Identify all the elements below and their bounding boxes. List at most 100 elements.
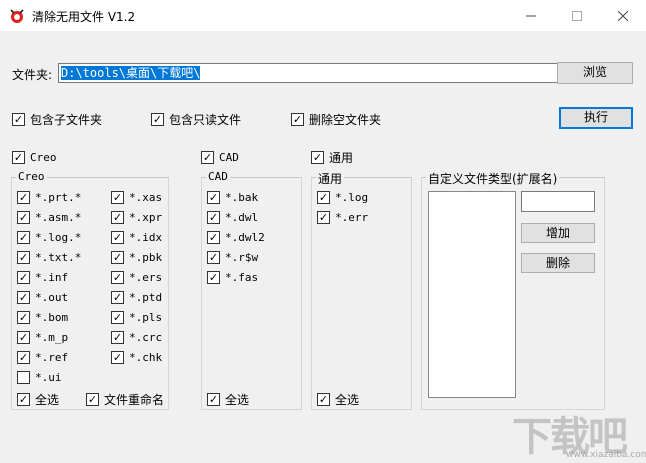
cad-select-all-checkbox[interactable]: ✓ 全选 [207,391,249,408]
filetype-label: *.log [335,191,369,204]
filetype-label: *.bak [225,191,259,204]
filetype-label: *.pbk [129,251,163,264]
filetype-label: *.err [335,211,369,224]
check-icon: ✓ [201,151,214,164]
filetype-checkbox[interactable]: ✓ *.bom [17,311,68,324]
filetype-label: *.crc [129,331,163,344]
filetype-checkbox[interactable]: ✓ *.idx [111,231,162,244]
include-subfolders-checkbox[interactable]: ✓ 包含子文件夹 [12,111,102,128]
check-icon: ✓ [17,191,30,204]
check-icon: ✓ [111,351,124,364]
filetype-checkbox[interactable]: ✓ *.ers [111,271,162,284]
filetype-label: *.dwl2 [225,231,265,244]
run-button[interactable]: 执行 [559,107,633,129]
filetype-checkbox[interactable]: ✓ *.prt.* [17,191,81,204]
filetype-checkbox[interactable]: ✓ *.asm.* [17,211,81,224]
check-icon: ✓ [17,251,30,264]
include-readonly-checkbox[interactable]: ✓ 包含只读文件 [151,111,241,128]
filetype-checkbox[interactable]: ✓ *.pls [111,311,162,324]
filetype-label: *.ref [35,351,69,364]
filetype-label: *.xas [129,191,163,204]
browse-button[interactable]: 浏览 [557,62,633,84]
custom-types-group-title: 自定义文件类型(扩展名) [426,170,560,187]
general-select-all-checkbox[interactable]: ✓ 全选 [317,391,359,408]
check-icon: ✓ [151,113,164,126]
title-bar: 清除无用文件 V1.2 [0,0,646,31]
filetype-label: *.ptd [129,291,163,304]
custom-type-input[interactable] [521,191,595,212]
check-icon: ✓ [207,211,220,224]
check-icon: ✓ [207,191,220,204]
creo-select-all-checkbox[interactable]: ✓ 全选 [17,391,59,408]
filetype-checkbox[interactable]: ✓ *.r$w [207,251,258,264]
general-toggle-checkbox[interactable]: ✓ 通用 [311,149,353,166]
filetype-checkbox[interactable]: ✓ *.out [17,291,68,304]
folder-path-input[interactable]: D:\tools\桌面\下载吧\ [58,63,558,83]
check-icon: ✓ [111,331,124,344]
filetype-label: *.m_p [35,331,69,344]
filetype-label: *.dwl [225,211,259,224]
check-icon [17,371,30,384]
creo-group-title: Creo [16,170,47,183]
add-type-button[interactable]: 增加 [521,223,595,243]
filetype-checkbox[interactable]: ✓ *.ptd [111,291,162,304]
folder-path-value: D:\tools\桌面\下载吧\ [61,66,201,80]
filetype-label: *.idx [129,231,163,244]
cad-toggle-label: CAD [219,151,239,164]
filetype-checkbox[interactable]: *.ui [17,371,62,384]
general-group-title: 通用 [316,170,345,187]
filetype-checkbox[interactable]: ✓ *.dwl [207,211,258,224]
filetype-checkbox[interactable]: ✓ *.inf [17,271,68,284]
check-icon: ✓ [291,113,304,126]
check-icon: ✓ [17,271,30,284]
filetype-label: *.fas [225,271,259,284]
include-readonly-label: 包含只读文件 [169,113,242,127]
filetype-checkbox[interactable]: ✓ *.m_p [17,331,68,344]
creo-rename-label: 文件重命名 [104,393,165,407]
delete-empty-folders-label: 删除空文件夹 [309,113,382,127]
window-title: 清除无用文件 V1.2 [32,10,136,24]
filetype-checkbox[interactable]: ✓ *.crc [111,331,162,344]
filetype-checkbox[interactable]: ✓ *.dwl2 [207,231,265,244]
check-icon: ✓ [111,211,124,224]
filetype-checkbox[interactable]: ✓ *.ref [17,351,68,364]
maximize-button[interactable] [554,0,600,31]
check-icon: ✓ [12,113,25,126]
filetype-checkbox[interactable]: ✓ *.log.* [17,231,81,244]
check-icon: ✓ [17,311,30,324]
check-icon: ✓ [311,151,324,164]
filetype-label: *.asm.* [35,211,82,224]
filetype-label: *.log.* [35,231,82,244]
filetype-label: *.r$w [225,251,259,264]
check-icon: ✓ [111,231,124,244]
delete-type-button[interactable]: 删除 [521,253,595,273]
minimize-button[interactable] [508,0,554,31]
filetype-checkbox[interactable]: ✓ *.txt.* [17,251,81,264]
check-icon: ✓ [207,251,220,264]
custom-types-list[interactable] [428,191,516,398]
general-toggle-label: 通用 [329,151,354,165]
check-icon: ✓ [111,291,124,304]
delete-empty-folders-checkbox[interactable]: ✓ 删除空文件夹 [291,111,381,128]
filetype-checkbox[interactable]: ✓ *.err [317,211,368,224]
filetype-label: *.chk [129,351,163,364]
cad-toggle-checkbox[interactable]: ✓ CAD [201,151,239,164]
filetype-checkbox[interactable]: ✓ *.xas [111,191,162,204]
filetype-label: *.out [35,291,69,304]
filetype-checkbox[interactable]: ✓ *.log [317,191,368,204]
check-icon: ✓ [111,271,124,284]
close-button[interactable] [600,0,646,31]
check-icon: ✓ [12,151,25,164]
creo-rename-checkbox[interactable]: ✓ 文件重命名 [86,391,164,408]
creo-toggle-checkbox[interactable]: ✓ Creo [12,151,57,164]
filetype-label: *.ers [129,271,163,284]
check-icon: ✓ [17,211,30,224]
filetype-checkbox[interactable]: ✓ *.pbk [111,251,162,264]
creo-select-all-label: 全选 [35,393,60,407]
filetype-checkbox[interactable]: ✓ *.bak [207,191,258,204]
filetype-label: *.xpr [129,211,163,224]
filetype-checkbox[interactable]: ✓ *.chk [111,351,162,364]
filetype-checkbox[interactable]: ✓ *.fas [207,271,258,284]
filetype-checkbox[interactable]: ✓ *.xpr [111,211,162,224]
check-icon: ✓ [111,191,124,204]
